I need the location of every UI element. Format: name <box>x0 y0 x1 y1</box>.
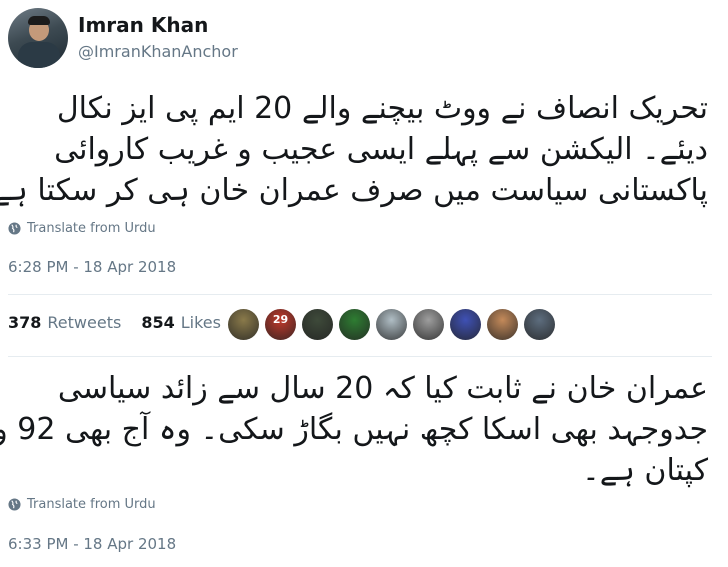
liker-avatar-text: 29 <box>272 313 289 326</box>
tweet-timestamp[interactable]: 6:28 PM - 18 Apr 2018 <box>8 258 176 276</box>
liker-avatar-2[interactable]: 29 <box>265 309 296 340</box>
retweets-count[interactable]: 378 <box>8 313 41 332</box>
translate-link[interactable]: Translate from Urdu <box>8 221 156 236</box>
engagement-stats: 378 Retweets 854 Likes <box>8 313 221 332</box>
avatar-hair <box>28 16 50 25</box>
retweets-label[interactable]: Retweets <box>47 313 121 332</box>
tweet-timestamp[interactable]: 6:33 PM - 18 Apr 2018 <box>8 535 176 553</box>
globe-icon <box>8 222 21 235</box>
globe-icon <box>8 498 21 511</box>
tweet-text-line: پاکستانی سیاست میں صرف عمران خان ہی کر س… <box>0 173 708 208</box>
liker-avatar-3[interactable] <box>302 309 333 340</box>
avatar-body <box>18 42 60 68</box>
translate-link[interactable]: Translate from Urdu <box>8 497 156 512</box>
author-handle[interactable]: @ImranKhanAnchor <box>78 42 238 61</box>
liker-avatar-5[interactable] <box>376 309 407 340</box>
liker-avatar-1[interactable] <box>228 309 259 340</box>
translate-label[interactable]: Translate from Urdu <box>27 497 156 512</box>
tweet-text-line: جدوجہد بھی اسکا کچھ نہیں بگاڑ سکی۔ وہ آج… <box>0 412 708 447</box>
tweet-text: تحریک انصاف نے ووٹ بیچنے والے 20 ایم پی … <box>0 88 708 211</box>
author-avatar[interactable] <box>8 8 68 68</box>
reply-tweet-text: عمران خان نے ثابت کیا کہ 20 سال سے زائد … <box>0 368 708 491</box>
tweet-text-line: عمران خان نے ثابت کیا کہ 20 سال سے زائد … <box>57 371 708 406</box>
divider <box>8 356 712 357</box>
tweet-text-line: کپتان ہے۔ <box>582 453 708 488</box>
divider <box>8 294 712 295</box>
liker-avatar-9[interactable] <box>524 309 555 340</box>
translate-label[interactable]: Translate from Urdu <box>27 221 156 236</box>
liker-avatar-7[interactable] <box>450 309 481 340</box>
likes-count[interactable]: 854 <box>141 313 174 332</box>
liker-avatars: 29 <box>228 309 555 340</box>
tweet-text-line: دیئے۔ الیکشن سے پہلے ایسی عجیب و غریب کا… <box>54 132 708 167</box>
liker-avatar-6[interactable] <box>413 309 444 340</box>
liker-avatar-8[interactable] <box>487 309 518 340</box>
liker-avatar-4[interactable] <box>339 309 370 340</box>
likes-label[interactable]: Likes <box>181 313 221 332</box>
author-name[interactable]: Imran Khan <box>78 13 208 37</box>
tweet-text-line: تحریک انصاف نے ووٹ بیچنے والے 20 ایم پی … <box>56 91 708 126</box>
